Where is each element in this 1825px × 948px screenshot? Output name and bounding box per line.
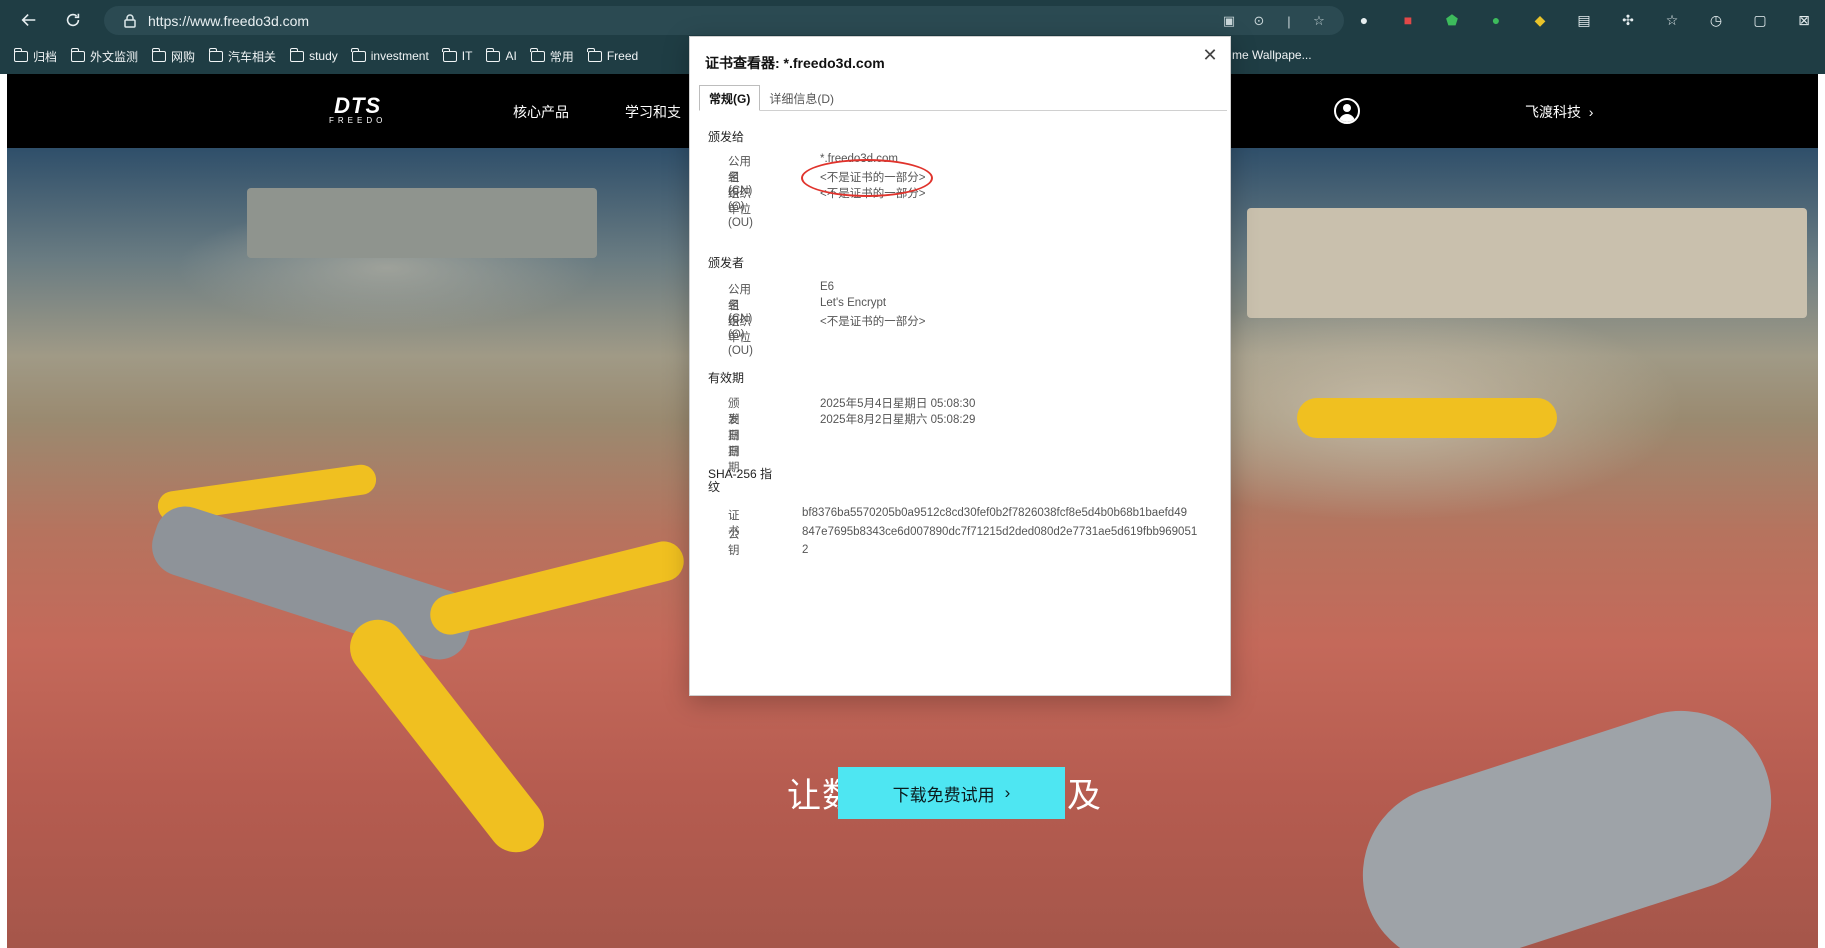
bookmark-folder[interactable]: 外文监测 <box>70 47 139 65</box>
certificate-viewer-dialog: 证书查看器: *.freedo3d.com ✕ 常规(G) 详细信息(D) 颁发… <box>689 36 1231 696</box>
folder-icon <box>208 47 224 62</box>
folder-icon <box>70 47 86 62</box>
bookmark-folder[interactable]: AI <box>485 47 517 63</box>
folder-icon <box>13 47 28 62</box>
extension-circle-icon[interactable]: ● <box>1352 8 1376 32</box>
tab-general[interactable]: 常规(G) <box>699 85 761 111</box>
field-value: 2 <box>802 544 809 556</box>
issued-by-heading: 颁发者 <box>708 256 745 270</box>
field-value: <不是证书的一部分> <box>820 316 926 328</box>
dialog-title: 证书查看器: *.freedo3d.com <box>705 55 885 71</box>
url-text: https://www.freedo3d.com <box>148 12 310 29</box>
tab-details[interactable]: 详细信息(D) <box>760 85 843 111</box>
divider: | <box>1287 13 1291 29</box>
bookmark-folder[interactable]: 常用 <box>530 47 574 65</box>
bookmark-folder[interactable]: 网购 <box>151 47 196 65</box>
bookmark-label: 汽车相关 <box>228 49 277 64</box>
field-value: E6 <box>820 281 835 293</box>
bookmark-label: Freed <box>606 49 639 63</box>
bookmark-folder[interactable]: Freed <box>587 47 639 63</box>
bookmark-folder[interactable]: investment <box>351 47 429 63</box>
chevron-right-icon: › <box>1004 783 1011 802</box>
bookmark-label: 外文监测 <box>90 49 139 64</box>
favorites-icon[interactable]: ☆ <box>1660 8 1684 32</box>
pipe-graphic <box>1297 398 1557 438</box>
field-key: 公钥 <box>728 529 740 557</box>
bookmark-folder[interactable]: study <box>289 47 338 63</box>
fingerprint-heading-wrap: 纹 <box>708 480 721 494</box>
field-value: bf8376ba5570205b0a9512c8cd30fef0b2f78260… <box>802 507 1187 519</box>
user-icon[interactable] <box>1334 98 1360 124</box>
issued-to-heading: 颁发给 <box>708 130 745 144</box>
validity-heading: 有效期 <box>708 371 745 385</box>
field-key: 组织单位(OU) <box>728 316 753 357</box>
folder-icon <box>151 47 167 62</box>
lock-icon <box>122 13 138 29</box>
extension-green-icon[interactable]: ● <box>1484 8 1508 32</box>
cta-label: 下载免费试用 <box>892 785 995 805</box>
site-logo[interactable]: DTS FREEDO <box>329 93 387 126</box>
extension-red-icon[interactable]: ■ <box>1396 8 1420 32</box>
folder-icon <box>442 47 457 62</box>
chevron-right-icon: › <box>1584 104 1594 120</box>
extensions-puzzle-icon[interactable]: ✣ <box>1616 8 1640 32</box>
reload-icon[interactable] <box>58 5 88 35</box>
dialog-tabs: 常规(G) 详细信息(D) <box>699 85 1227 111</box>
bookmark-label: 归档 <box>33 49 58 64</box>
more-icon[interactable]: ⊙ <box>1250 12 1268 30</box>
extension-yellow-icon[interactable]: ◆ <box>1528 8 1552 32</box>
field-value: 847e7695b8343ce6d007890dc7f71215d2ded080… <box>802 526 1198 538</box>
bookmark-label: 网购 <box>171 49 196 64</box>
field-key: 组织单位(OU) <box>728 188 753 229</box>
field-value: Let's Encrypt <box>820 297 887 309</box>
collections-icon[interactable]: ▢ <box>1748 8 1772 32</box>
address-bar[interactable]: https://www.freedo3d.com ▣ ⊙ | ☆ <box>104 6 1344 35</box>
tank-graphic <box>144 498 480 668</box>
bookmark-wallpaper[interactable]: me Wallpape... <box>1232 48 1312 62</box>
browser-toolbar: https://www.freedo3d.com ▣ ⊙ | ☆ ● ■ ⬟ ●… <box>0 0 1825 40</box>
history-icon[interactable]: ◷ <box>1704 8 1728 32</box>
building-graphic <box>1247 208 1807 318</box>
logo-text: DTS <box>334 93 382 118</box>
folder-icon <box>587 47 602 62</box>
extension-box-icon[interactable]: ▤ <box>1572 8 1596 32</box>
app-install-icon[interactable]: ▣ <box>1220 12 1238 30</box>
folder-icon <box>485 47 501 62</box>
bookmark-folder[interactable]: 汽车相关 <box>208 47 277 65</box>
screenshot-icon[interactable]: ⊠ <box>1792 8 1816 32</box>
bookmark-folder[interactable]: 归档 <box>13 47 58 65</box>
tank-graphic <box>1339 687 1795 948</box>
field-value: 2025年8月2日星期六 05:08:29 <box>820 414 976 426</box>
bookmark-folder[interactable]: IT <box>442 47 473 63</box>
bookmark-label: AI <box>505 49 517 63</box>
building-graphic <box>247 188 597 258</box>
bookmark-label: investment <box>370 49 429 63</box>
back-icon[interactable] <box>14 5 44 35</box>
download-trial-button[interactable]: 下载免费试用 › <box>838 767 1065 819</box>
field-value: 2025年5月4日星期日 05:08:30 <box>820 398 976 410</box>
company-label: 飞渡科技 <box>1525 104 1581 120</box>
folder-icon <box>351 47 366 62</box>
close-icon[interactable]: ✕ <box>1198 43 1222 67</box>
favorite-star-icon[interactable]: ☆ <box>1310 12 1328 30</box>
bookmark-label: study <box>309 49 338 63</box>
bookmark-label: IT <box>461 49 473 63</box>
company-link[interactable]: 飞渡科技 › <box>1525 102 1593 122</box>
pipe-graphic <box>426 537 688 639</box>
folder-icon <box>530 47 545 62</box>
extension-shield-icon[interactable]: ⬟ <box>1440 8 1464 32</box>
logo-subtext: FREEDO <box>329 116 387 125</box>
nav-core-products[interactable]: 核心产品 <box>513 102 569 122</box>
nav-learning-support[interactable]: 学习和支 <box>625 102 681 122</box>
red-highlight-circle <box>801 159 933 197</box>
folder-icon <box>289 47 305 62</box>
bookmark-label: 常用 <box>549 49 574 64</box>
